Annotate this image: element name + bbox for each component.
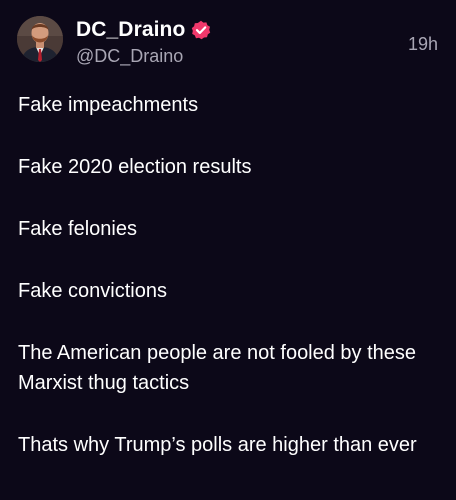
post-paragraph: Thats why Trump’s polls are higher than … (18, 434, 417, 456)
post-paragraph: The American people are not fooled by th… (18, 342, 417, 394)
post-paragraph: Fake impeachments (18, 94, 199, 116)
verified-badge-icon (191, 20, 211, 40)
author-avatar[interactable] (17, 16, 63, 62)
post-body: Fake impeachments Fake 2020 election res… (18, 90, 443, 460)
author-handle[interactable]: @DC_Draino (76, 45, 183, 67)
post-paragraph: Fake felonies (18, 218, 137, 240)
post-paragraph: Fake 2020 election results (18, 156, 252, 178)
post-timestamp[interactable]: 19h (408, 33, 438, 55)
author-display-name[interactable]: DC_Draino (76, 16, 185, 44)
post-card: DC_Draino @DC_Draino 19h Fake impeachmen… (0, 0, 456, 500)
author-name-row[interactable]: DC_Draino (76, 16, 211, 44)
post-paragraph: Fake convictions (18, 280, 167, 302)
avatar-photo-icon (17, 16, 63, 62)
